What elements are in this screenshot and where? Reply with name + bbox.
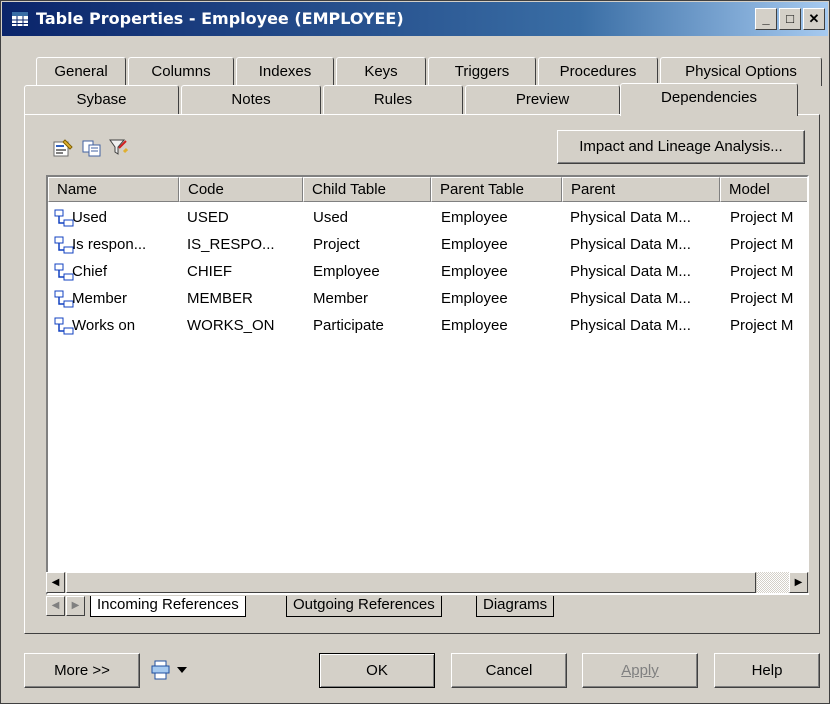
- cell-parent: Physical Data M...: [570, 209, 691, 226]
- cell-parent-table: Employee: [441, 209, 508, 226]
- scroll-thumb[interactable]: [66, 572, 756, 593]
- cell-parent: Physical Data M...: [570, 290, 691, 307]
- more-button[interactable]: More >>: [24, 653, 140, 688]
- cancel-button-label: Cancel: [485, 662, 533, 679]
- dependencies-list: Name Code Child Table Parent Table Paren…: [46, 175, 809, 595]
- table-icon: [11, 11, 29, 27]
- cell-model: Project M: [730, 236, 794, 253]
- table-row[interactable]: Used USED Used Employee Physical Data M.…: [48, 204, 807, 231]
- dialog-window: Table Properties - Employee (EMPLOYEE) _…: [0, 0, 830, 704]
- tab-sybase[interactable]: Sybase: [24, 85, 179, 114]
- window-title: Table Properties - Employee (EMPLOYEE): [36, 9, 404, 28]
- cell-model: Project M: [730, 317, 794, 334]
- maximize-button[interactable]: □: [779, 8, 801, 30]
- tab-general[interactable]: General: [36, 57, 126, 86]
- scroll-track[interactable]: [757, 572, 789, 593]
- cell-name: Chief: [72, 263, 108, 280]
- reference-icon: [54, 290, 74, 308]
- table-row[interactable]: Is respon... IS_RESPO... Project Employe…: [48, 231, 807, 258]
- column-header-parent-table[interactable]: Parent Table: [431, 177, 562, 202]
- help-button[interactable]: Help: [714, 653, 820, 688]
- apply-button-label: Apply: [621, 662, 659, 679]
- more-button-label: More >>: [54, 662, 110, 679]
- filter-icon[interactable]: [108, 139, 128, 157]
- column-header-code[interactable]: Code: [179, 177, 303, 202]
- table-row[interactable]: Member MEMBER Member Employee Physical D…: [48, 285, 807, 312]
- table-row[interactable]: Works on WORKS_ON Participate Employee P…: [48, 312, 807, 339]
- close-button[interactable]: ✕: [803, 8, 825, 30]
- cell-child-table: Employee: [313, 263, 380, 280]
- cell-name: Used: [72, 209, 108, 226]
- cell-name: Works on: [72, 317, 136, 334]
- column-header-parent[interactable]: Parent: [562, 177, 720, 202]
- cell-parent: Physical Data M...: [570, 263, 691, 280]
- cell-code: USED: [187, 209, 229, 226]
- cell-parent-table: Employee: [441, 263, 508, 280]
- column-header-child-table[interactable]: Child Table: [303, 177, 431, 202]
- cell-parent-table: Employee: [441, 317, 508, 334]
- cell-child-table: Project: [313, 236, 360, 253]
- subtab-scroll-right-icon[interactable]: ▶: [66, 596, 85, 616]
- reference-icon: [54, 263, 74, 281]
- cell-code: WORKS_ON: [187, 317, 275, 334]
- print-icon: [151, 660, 170, 680]
- cell-code: MEMBER: [187, 290, 253, 307]
- minimize-button[interactable]: _: [755, 8, 777, 30]
- properties-icon[interactable]: [53, 139, 73, 157]
- tab-rules[interactable]: Rules: [323, 85, 463, 114]
- tab-triggers[interactable]: Triggers: [428, 57, 536, 86]
- tab-procedures[interactable]: Procedures: [538, 57, 658, 86]
- cell-child-table: Participate: [313, 317, 384, 334]
- cell-model: Project M: [730, 290, 794, 307]
- cell-code: CHIEF: [187, 263, 232, 280]
- cell-name: Is respon...: [72, 236, 147, 253]
- cell-child-table: Used: [313, 209, 349, 226]
- column-header-model[interactable]: Model: [720, 177, 807, 202]
- column-header-name[interactable]: Name: [48, 177, 179, 202]
- cancel-button[interactable]: Cancel: [451, 653, 567, 688]
- tab-columns[interactable]: Columns: [128, 57, 234, 86]
- subtab-outgoing-references[interactable]: Outgoing References: [286, 596, 442, 617]
- ok-button-label: OK: [366, 662, 388, 679]
- reference-subtabs: ◀ ▶ Incoming References Outgoing Referen…: [46, 596, 646, 618]
- list-header: Name Code Child Table Parent Table Paren…: [48, 177, 807, 202]
- reference-icon: [54, 236, 74, 254]
- cell-child-table: Member: [313, 290, 369, 307]
- cell-model: Project M: [730, 263, 794, 280]
- table-row[interactable]: Chief CHIEF Employee Employee Physical D…: [48, 258, 807, 285]
- cell-parent-table: Employee: [441, 290, 508, 307]
- cell-name: Member: [72, 290, 128, 307]
- dropdown-arrow-icon: [177, 667, 187, 673]
- subtab-diagrams[interactable]: Diagrams: [476, 596, 555, 617]
- print-menu-button[interactable]: [151, 655, 211, 686]
- impact-lineage-button[interactable]: Impact and Lineage Analysis...: [557, 130, 805, 164]
- help-button-label: Help: [751, 662, 783, 679]
- cell-model: Project M: [730, 209, 794, 226]
- cell-parent-table: Employee: [441, 236, 508, 253]
- copy-icon[interactable]: [82, 140, 102, 157]
- tab-indexes[interactable]: Indexes: [236, 57, 334, 86]
- cell-code: IS_RESPO...: [187, 236, 275, 253]
- scroll-right-icon[interactable]: ▶: [789, 572, 808, 593]
- reference-icon: [54, 317, 74, 335]
- tab-physical-options[interactable]: Physical Options: [660, 57, 822, 86]
- impact-lineage-label: Impact and Lineage Analysis...: [579, 138, 783, 155]
- title-bar[interactable]: Table Properties - Employee (EMPLOYEE) _…: [2, 2, 828, 36]
- cell-parent: Physical Data M...: [570, 317, 691, 334]
- tab-dependencies[interactable]: Dependencies: [620, 83, 798, 116]
- horizontal-scrollbar[interactable]: ◀ ▶: [46, 572, 809, 593]
- subtab-scroll-left-icon[interactable]: ◀: [46, 596, 65, 616]
- tab-keys[interactable]: Keys: [336, 57, 426, 86]
- cell-parent: Physical Data M...: [570, 236, 691, 253]
- subtab-incoming-references[interactable]: Incoming References: [90, 596, 246, 617]
- tab-preview[interactable]: Preview: [465, 85, 620, 114]
- scroll-left-icon[interactable]: ◀: [46, 572, 65, 593]
- tab-notes[interactable]: Notes: [181, 85, 321, 114]
- reference-icon: [54, 209, 74, 227]
- ok-button[interactable]: OK: [319, 653, 435, 688]
- apply-button[interactable]: Apply: [582, 653, 698, 688]
